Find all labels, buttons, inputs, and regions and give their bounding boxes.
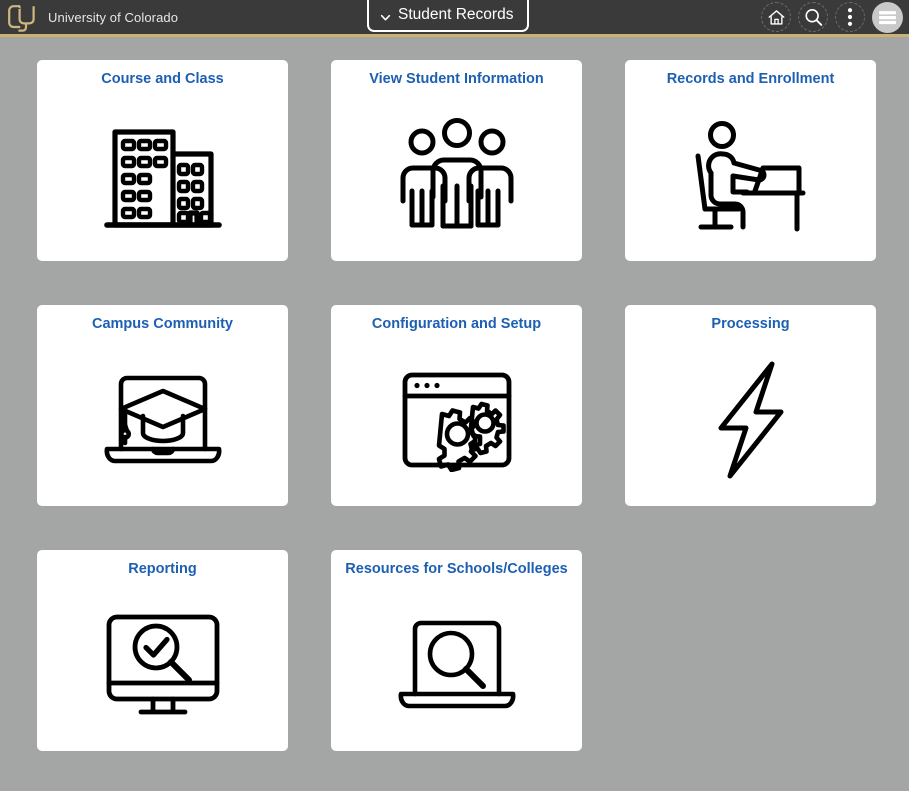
tile-resources-for-schools-colleges[interactable]: Resources for Schools/Colleges [331, 550, 582, 751]
header-actions [761, 0, 903, 34]
search-button[interactable] [798, 2, 828, 32]
tile-configuration-and-setup[interactable]: Configuration and Setup [331, 305, 582, 506]
tile-records-and-enrollment[interactable]: Records and Enrollment [625, 60, 876, 261]
buildings-icon [37, 88, 288, 261]
app-header: University of Colorado Student Records [0, 0, 909, 34]
lightning-bolt-icon [625, 333, 876, 506]
page-title: Student Records [398, 6, 514, 23]
actions-menu-button[interactable] [835, 2, 865, 32]
person-at-desk-icon [625, 88, 876, 261]
tile-title: Course and Class [101, 71, 224, 87]
tile-title: Resources for Schools/Colleges [345, 561, 568, 577]
cu-logo-icon [7, 2, 39, 32]
chevron-down-icon [380, 10, 391, 21]
tile-view-student-information[interactable]: View Student Information [331, 60, 582, 261]
tile-grid: Course and Class View Student Informatio… [0, 37, 877, 751]
tile-title: Campus Community [92, 316, 233, 332]
three-dots-vertical-icon [847, 7, 853, 27]
page-title-dropdown[interactable]: Student Records [367, 0, 530, 32]
laptop-magnifier-icon [331, 578, 582, 751]
three-people-icon [331, 88, 582, 261]
hamburger-menu-icon [878, 10, 897, 25]
home-icon [767, 8, 786, 27]
tile-title: Processing [711, 316, 790, 332]
nav-bar-button[interactable] [872, 1, 903, 33]
tile-processing[interactable]: Processing [625, 305, 876, 506]
home-button[interactable] [761, 2, 791, 32]
search-icon [803, 7, 824, 28]
tile-course-and-class[interactable]: Course and Class [37, 60, 288, 261]
tile-campus-community[interactable]: Campus Community [37, 305, 288, 506]
brand-name: University of Colorado [48, 9, 179, 25]
tile-title: View Student Information [369, 71, 544, 87]
tile-title: Reporting [128, 561, 197, 577]
tile-title: Records and Enrollment [666, 71, 835, 87]
laptop-graduation-cap-icon [37, 333, 288, 506]
tile-reporting[interactable]: Reporting [37, 550, 288, 751]
monitor-magnifier-check-icon [37, 578, 288, 751]
browser-gears-icon [331, 333, 582, 506]
tile-title: Configuration and Setup [371, 316, 542, 332]
brand[interactable]: University of Colorado [7, 0, 178, 34]
